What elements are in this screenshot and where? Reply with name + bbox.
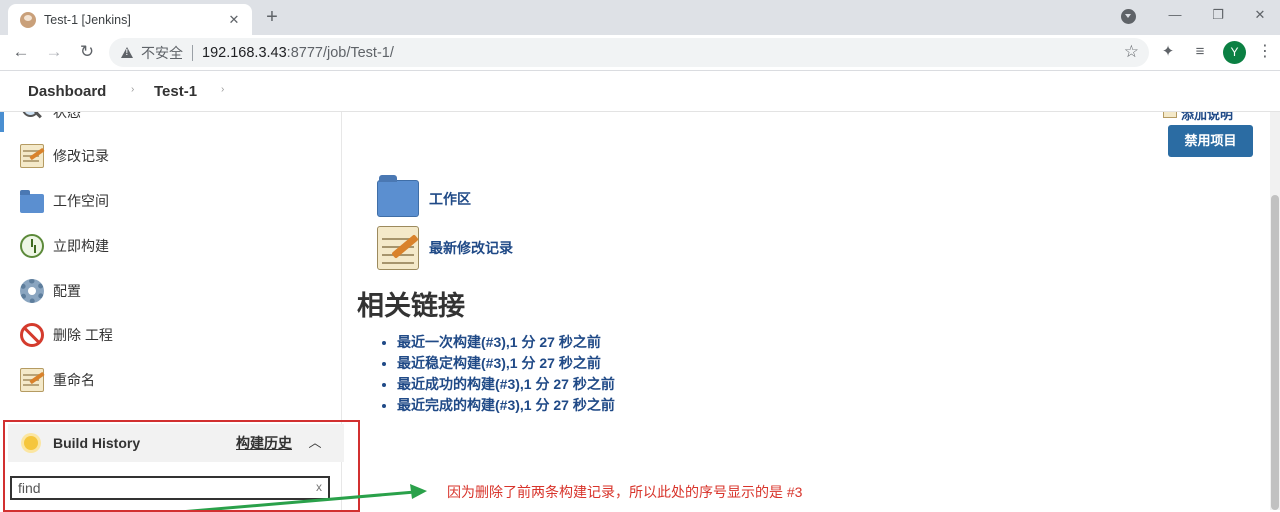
divider (192, 44, 193, 61)
back-icon[interactable]: ← (10, 41, 32, 63)
bookmark-star-icon[interactable]: ☆ (1124, 42, 1139, 62)
collapse-icon[interactable]: ︿ (308, 436, 322, 450)
extensions-icon[interactable]: ✦ (1158, 42, 1178, 62)
notepad-icon (20, 368, 44, 392)
sidebar-item-delete-project[interactable]: 删除 工程 (20, 321, 113, 349)
browser-tab[interactable]: Test-1 [Jenkins] ✕ (8, 4, 252, 35)
folder-icon (20, 189, 44, 213)
main-content: 添加说明 禁用项目 工作区 最新修改记录 相关链接 最近一次构建(#3),1 分… (343, 104, 1280, 510)
permalink-last-build[interactable]: 最近一次构建(#3),1 分 27 秒之前 (397, 332, 615, 353)
permalink-last-stable-build[interactable]: 最近稳定构建(#3),1 分 27 秒之前 (397, 353, 615, 374)
new-tab-button[interactable]: + (262, 6, 282, 28)
media-control-icon[interactable]: ≡ (1190, 42, 1210, 62)
minimize-button[interactable]: — (1165, 5, 1185, 25)
forward-icon[interactable]: → (43, 41, 65, 63)
tab-title: Test-1 [Jenkins] (44, 12, 131, 27)
sidebar-item-workspace[interactable]: 工作空间 (20, 187, 109, 215)
annotation-note: 因为删除了前两条构建记录，所以此处的序号显示的是 #3 (447, 484, 803, 500)
permalink-last-successful-build[interactable]: 最近成功的构建(#3),1 分 27 秒之前 (397, 374, 615, 395)
sidebar-item-changes[interactable]: 修改记录 (20, 142, 109, 170)
browser-tab-bar: Test-1 [Jenkins] ✕ + — ❐ ✕ (0, 0, 1280, 35)
build-history-search-input[interactable] (10, 476, 330, 500)
url-path[interactable]: :8777/job/Test-1/ (287, 45, 394, 61)
workspace-link-label[interactable]: 工作区 (429, 189, 471, 209)
clear-search-icon[interactable]: x (316, 480, 322, 494)
sidebar-item-configure[interactable]: 配置 (20, 277, 81, 305)
sidebar-item-label: 配置 (53, 283, 81, 299)
active-indicator (0, 112, 4, 132)
ban-icon (20, 323, 44, 347)
sidebar-item-label: 删除 工程 (53, 327, 113, 343)
sidebar-item-build-now[interactable]: 立即构建 (20, 232, 109, 260)
profile-dropdown-icon[interactable] (1121, 9, 1136, 24)
workspace-link[interactable]: 工作区 (377, 175, 471, 217)
breadcrumb-dashboard[interactable]: Dashboard (28, 83, 106, 100)
build-history-header: Build History 构建历史 ︿ (8, 424, 344, 462)
more-menu-icon[interactable]: ⋮ (1257, 42, 1273, 62)
breadcrumb-separator-icon[interactable]: › (221, 84, 224, 95)
jenkins-favicon-icon (20, 11, 36, 28)
permalinks-heading: 相关链接 (357, 291, 465, 321)
recent-changes-link-label[interactable]: 最新修改记录 (429, 238, 513, 258)
scrollbar-thumb[interactable] (1271, 195, 1279, 510)
warning-icon[interactable] (121, 47, 133, 58)
recent-changes-link[interactable]: 最新修改记录 (377, 226, 513, 270)
breadcrumb: Dashboard › Test-1 › (0, 72, 1280, 112)
breadcrumb-job[interactable]: Test-1 (154, 83, 197, 100)
sidebar-item-label: 重命名 (53, 372, 95, 388)
sidebar-item-label: 修改记录 (53, 148, 109, 164)
build-history-title: Build History (53, 435, 141, 451)
clock-icon (20, 234, 44, 258)
disable-project-button[interactable]: 禁用项目 (1168, 125, 1253, 157)
browser-toolbar: ← → ↻ 不安全 192.168.3.43 :8777/job/Test-1/… (0, 35, 1280, 71)
notepad-icon (20, 144, 44, 168)
insecure-label[interactable]: 不安全 (141, 43, 183, 63)
avatar[interactable]: Y (1223, 41, 1246, 64)
breadcrumb-separator-icon[interactable]: › (131, 84, 134, 95)
sidebar-item-label: 工作空间 (53, 193, 109, 209)
sidebar-item-rename[interactable]: 重命名 (20, 366, 95, 394)
weather-sun-icon (24, 436, 38, 450)
notepad-icon (377, 226, 419, 270)
permalinks-list: 最近一次构建(#3),1 分 27 秒之前 最近稳定构建(#3),1 分 27 … (381, 332, 615, 416)
sidebar-item-label: 立即构建 (53, 238, 109, 254)
permalink-last-completed-build[interactable]: 最近完成的构建(#3),1 分 27 秒之前 (397, 395, 615, 416)
reload-icon[interactable]: ↻ (76, 41, 98, 63)
close-window-button[interactable]: ✕ (1250, 5, 1270, 25)
gear-icon (20, 279, 44, 303)
tab-close-icon[interactable]: ✕ (226, 12, 242, 28)
folder-icon (377, 175, 419, 217)
url-host[interactable]: 192.168.3.43 (202, 45, 287, 61)
build-trend-link[interactable]: 构建历史 (236, 433, 292, 453)
maximize-button[interactable]: ❐ (1208, 5, 1228, 25)
address-bar[interactable]: 不安全 192.168.3.43 :8777/job/Test-1/ ☆ (109, 38, 1149, 67)
